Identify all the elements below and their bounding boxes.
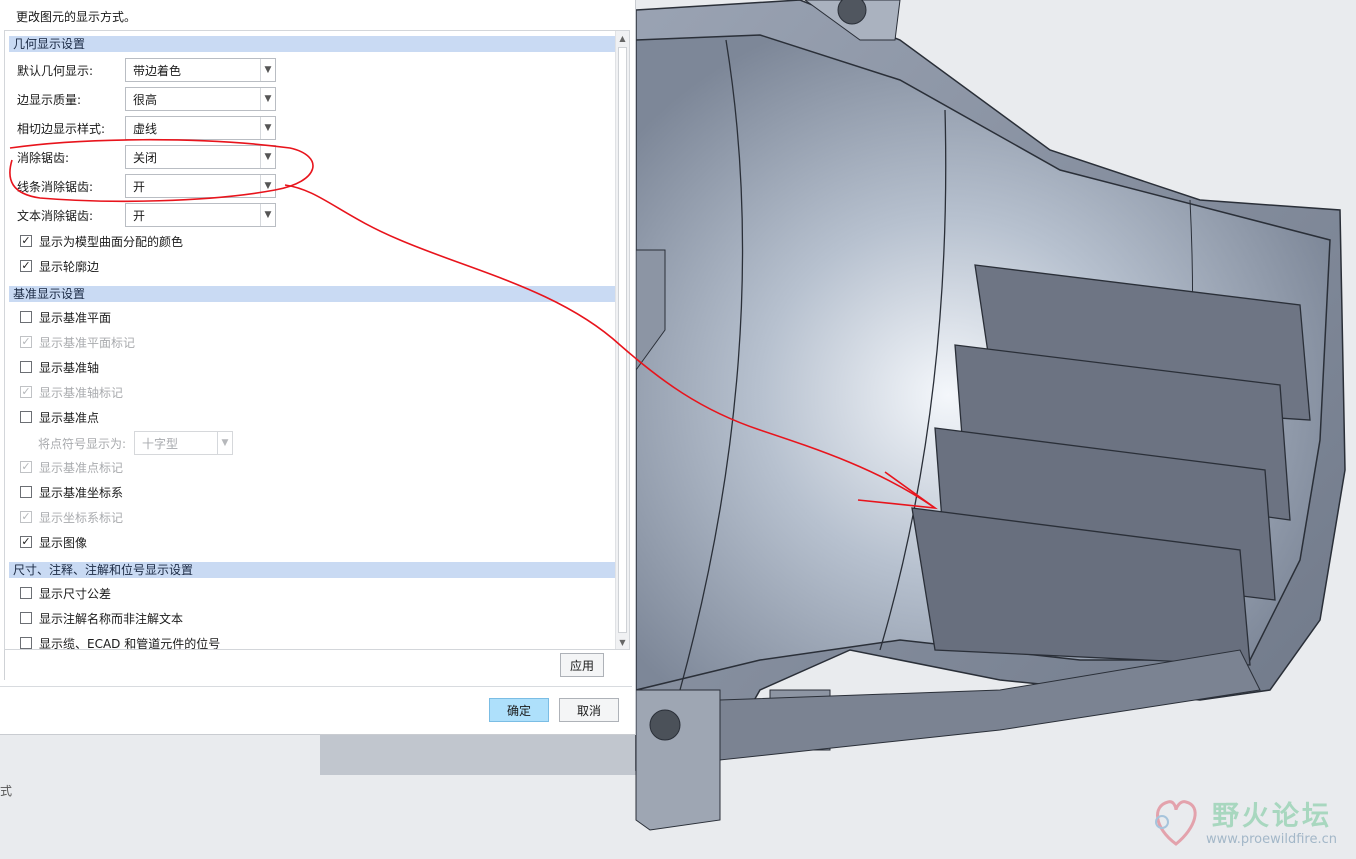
tangent-edge-style-select[interactable]: 虚线 ▼ (125, 116, 276, 140)
chevron-down-icon: ▼ (217, 432, 232, 454)
field-row-edge-quality: 边显示质量: 很高 ▼ (17, 87, 276, 111)
checkbox-annotation-names[interactable]: 显示注解名称而非注解文本 (20, 609, 183, 627)
checkbox-reference-designators[interactable]: 显示缆、ECAD 和管道元件的位号 (20, 634, 221, 650)
checkbox-label: 显示基准坐标系 (39, 485, 124, 500)
scroll-thumb[interactable] (618, 47, 627, 633)
checkbox-datum-axes[interactable]: 显示基准轴 (20, 358, 99, 376)
checkbox-label: 显示注解名称而非注解文本 (39, 611, 184, 626)
checkbox-csys-tags: ✓ 显示坐标系标记 (20, 508, 123, 526)
field-row-anti-aliasing: 消除锯齿: 关闭 ▼ (17, 145, 276, 169)
check-icon[interactable] (20, 361, 32, 373)
chevron-down-icon[interactable]: ▼ (260, 175, 275, 197)
checkbox-label: 显示为模型曲面分配的颜色 (39, 234, 184, 249)
line-anti-aliasing-select[interactable]: 开 ▼ (125, 174, 276, 198)
check-icon[interactable] (20, 486, 32, 498)
chevron-down-icon[interactable]: ▼ (260, 59, 275, 81)
check-icon: ✓ (20, 385, 32, 398)
check-icon[interactable]: ✓ (20, 536, 32, 548)
button-divider (0, 686, 632, 687)
field-row-line-anti-aliasing: 线条消除锯齿: 开 ▼ (17, 174, 276, 198)
checkbox-show-images[interactable]: ✓ 显示图像 (20, 533, 87, 551)
select-value: 开 (133, 179, 146, 194)
checkbox-label: 显示基准点标记 (39, 460, 124, 475)
point-symbol-label: 将点符号显示为: (38, 436, 127, 451)
watermark-title: 野火论坛 (1212, 801, 1332, 832)
select-value: 十字型 (142, 436, 179, 451)
checkbox-datum-points[interactable]: 显示基准点 (20, 408, 99, 426)
section-header-datum: 基准显示设置 (9, 286, 616, 302)
chevron-down-icon[interactable]: ▼ (260, 146, 275, 168)
anti-aliasing-select[interactable]: 关闭 ▼ (125, 145, 276, 169)
select-value: 很高 (133, 92, 158, 107)
check-icon: ✓ (20, 510, 32, 523)
checkbox-label: 显示尺寸公差 (39, 586, 112, 601)
chevron-down-icon[interactable]: ▼ (260, 88, 275, 110)
checkbox-label: 显示基准平面标记 (39, 335, 136, 350)
check-icon: ✓ (20, 460, 32, 473)
checkbox-dim-tolerances[interactable]: 显示尺寸公差 (20, 584, 111, 602)
check-icon[interactable] (20, 612, 32, 624)
watermark-url: www.proewildfire.cn (1206, 832, 1337, 847)
check-icon[interactable] (20, 637, 32, 649)
select-value: 带边着色 (133, 63, 182, 78)
point-symbol-select: 十字型 ▼ (134, 431, 233, 455)
edge-quality-select[interactable]: 很高 ▼ (125, 87, 276, 111)
field-row-text-anti-aliasing: 文本消除锯齿: 开 ▼ (17, 203, 276, 227)
background-label: 式 (0, 784, 13, 798)
checkbox-label: 显示基准点 (39, 410, 100, 425)
checkbox-datum-axis-tags: ✓ 显示基准轴标记 (20, 383, 123, 401)
check-icon[interactable]: ✓ (20, 260, 32, 272)
text-anti-aliasing-select[interactable]: 开 ▼ (125, 203, 276, 227)
check-icon[interactable] (20, 411, 32, 423)
entity-display-dialog: 更改图元的显示方式。 几何显示设置 默认几何显示: 带边着色 ▼ 边显示质量: … (0, 0, 636, 735)
checkbox-silhouette-edges[interactable]: ✓ 显示轮廓边 (20, 257, 99, 275)
ok-button[interactable]: 确定 (489, 698, 549, 722)
section-header-geometry: 几何显示设置 (9, 36, 616, 52)
select-value: 关闭 (133, 150, 158, 165)
checkbox-surface-colors[interactable]: ✓ 显示为模型曲面分配的颜色 (20, 232, 183, 250)
checkbox-label: 显示基准轴 (39, 360, 100, 375)
checkbox-label: 显示基准轴标记 (39, 385, 124, 400)
field-label: 线条消除锯齿: (17, 179, 94, 194)
apply-button[interactable]: 应用 (560, 653, 604, 677)
chevron-down-icon[interactable]: ▼ (260, 204, 275, 226)
field-row-default-geometry: 默认几何显示: 带边着色 ▼ (17, 58, 276, 82)
vertical-scrollbar[interactable]: ▲ ▼ (615, 31, 629, 649)
field-label: 文本消除锯齿: (17, 208, 94, 223)
checkbox-datum-plane-tags: ✓ 显示基准平面标记 (20, 333, 135, 351)
field-label: 默认几何显示: (17, 63, 94, 78)
panel-edge (4, 650, 5, 680)
checkbox-datum-planes[interactable]: 显示基准平面 (20, 308, 111, 326)
check-icon: ✓ (20, 335, 32, 348)
settings-panel[interactable]: 几何显示设置 默认几何显示: 带边着色 ▼ 边显示质量: 很高 ▼ 相切边显示样… (4, 30, 630, 650)
scroll-down-arrow-icon[interactable]: ▼ (616, 635, 629, 649)
field-row-tangent-edge-style: 相切边显示样式: 虚线 ▼ (17, 116, 276, 140)
default-geometry-select[interactable]: 带边着色 ▼ (125, 58, 276, 82)
forum-watermark: 野火论坛 www.proewildfire.cn (1146, 792, 1352, 854)
field-label: 消除锯齿: (17, 150, 70, 165)
checkbox-label: 显示坐标系标记 (39, 510, 124, 525)
cancel-button[interactable]: 取消 (559, 698, 619, 722)
checkbox-datum-csys[interactable]: 显示基准坐标系 (20, 483, 123, 501)
field-label: 边显示质量: (17, 92, 82, 107)
check-icon[interactable] (20, 587, 32, 599)
checkbox-label: 显示图像 (39, 535, 88, 550)
checkbox-label: 显示轮廓边 (39, 259, 100, 274)
scroll-up-arrow-icon[interactable]: ▲ (616, 31, 629, 45)
select-value: 虚线 (133, 121, 158, 136)
chevron-down-icon[interactable]: ▼ (260, 117, 275, 139)
watermark-logo-icon (1155, 800, 1197, 846)
point-symbol-row: 将点符号显示为: 十字型 ▼ (38, 431, 233, 455)
section-header-dimension: 尺寸、注释、注解和位号显示设置 (9, 562, 616, 578)
checkbox-label: 显示基准平面 (39, 310, 112, 325)
checkbox-label: 显示缆、ECAD 和管道元件的位号 (39, 636, 221, 650)
checkbox-datum-point-tags: ✓ 显示基准点标记 (20, 458, 123, 476)
check-icon[interactable] (20, 311, 32, 323)
field-label: 相切边显示样式: (17, 121, 106, 136)
select-value: 开 (133, 208, 146, 223)
check-icon[interactable]: ✓ (20, 235, 32, 247)
dialog-description: 更改图元的显示方式。 (16, 10, 137, 24)
